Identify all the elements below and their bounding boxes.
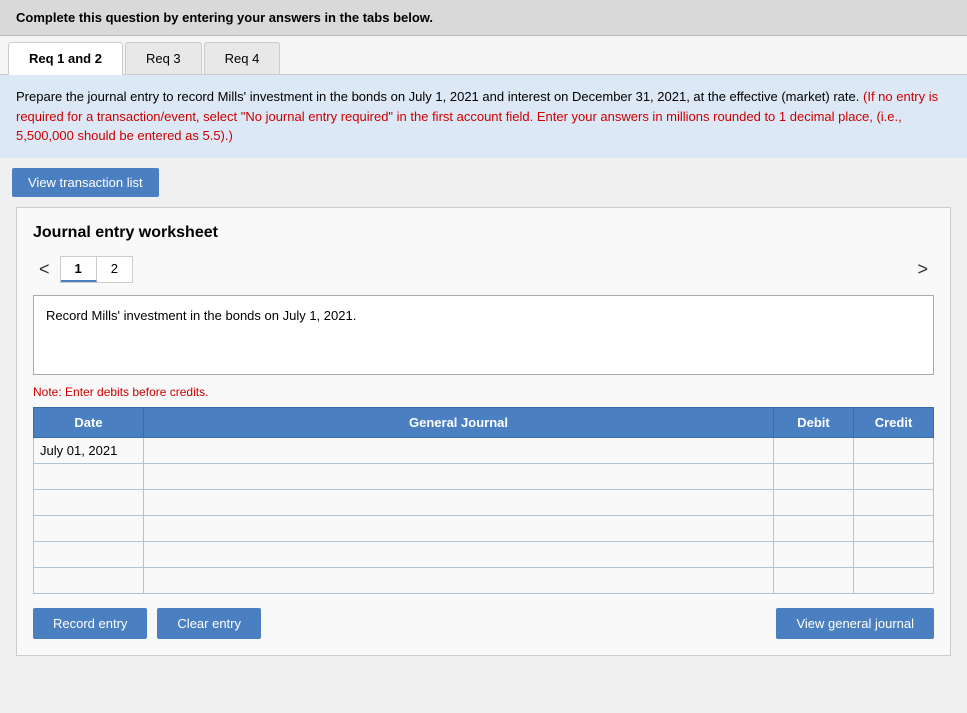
debit-input-5[interactable] bbox=[774, 542, 853, 567]
date-cell-4 bbox=[34, 515, 144, 541]
gj-input-5[interactable] bbox=[144, 542, 773, 567]
credit-cell-3[interactable] bbox=[854, 489, 934, 515]
view-transaction-button[interactable]: View transaction list bbox=[12, 168, 159, 197]
col-general-journal: General Journal bbox=[144, 407, 774, 437]
next-arrow[interactable]: > bbox=[911, 257, 934, 282]
date-cell-3 bbox=[34, 489, 144, 515]
debit-input-1[interactable] bbox=[774, 438, 853, 463]
nav-row: < 1 2 > bbox=[33, 256, 934, 283]
gj-cell-4[interactable] bbox=[144, 515, 774, 541]
clear-entry-button[interactable]: Clear entry bbox=[157, 608, 261, 639]
credit-input-1[interactable] bbox=[854, 438, 933, 463]
credit-input-3[interactable] bbox=[854, 490, 933, 515]
table-row bbox=[34, 463, 934, 489]
prev-arrow[interactable]: < bbox=[33, 257, 56, 282]
tab-req3[interactable]: Req 3 bbox=[125, 42, 202, 74]
credit-input-2[interactable] bbox=[854, 464, 933, 489]
credit-cell-2[interactable] bbox=[854, 463, 934, 489]
description-box: Record Mills' investment in the bonds on… bbox=[33, 295, 934, 375]
worksheet-box: Journal entry worksheet < 1 2 > Record M… bbox=[16, 207, 951, 656]
debit-input-4[interactable] bbox=[774, 516, 853, 541]
gj-cell-2[interactable] bbox=[144, 463, 774, 489]
debit-input-2[interactable] bbox=[774, 464, 853, 489]
worksheet-container: Journal entry worksheet < 1 2 > Record M… bbox=[0, 207, 967, 668]
record-entry-button[interactable]: Record entry bbox=[33, 608, 147, 639]
debit-input-6[interactable] bbox=[774, 568, 853, 593]
date-cell-5 bbox=[34, 541, 144, 567]
col-date: Date bbox=[34, 407, 144, 437]
page-tab-1[interactable]: 1 bbox=[61, 257, 97, 282]
table-row bbox=[34, 489, 934, 515]
table-row: July 01, 2021 bbox=[34, 437, 934, 463]
btn-row: Record entry Clear entry View general jo… bbox=[33, 608, 934, 639]
gj-cell-6[interactable] bbox=[144, 567, 774, 593]
credit-cell-1[interactable] bbox=[854, 437, 934, 463]
page-tabs: 1 2 bbox=[60, 256, 133, 283]
date-cell-6 bbox=[34, 567, 144, 593]
gj-cell-5[interactable] bbox=[144, 541, 774, 567]
top-banner: Complete this question by entering your … bbox=[0, 0, 967, 36]
table-row bbox=[34, 541, 934, 567]
credit-input-6[interactable] bbox=[854, 568, 933, 593]
credit-cell-6[interactable] bbox=[854, 567, 934, 593]
tab-req4[interactable]: Req 4 bbox=[204, 42, 281, 74]
note-text: Note: Enter debits before credits. bbox=[33, 385, 934, 399]
credit-cell-5[interactable] bbox=[854, 541, 934, 567]
debit-cell-1[interactable] bbox=[774, 437, 854, 463]
debit-cell-2[interactable] bbox=[774, 463, 854, 489]
gj-input-4[interactable] bbox=[144, 516, 773, 541]
col-credit: Credit bbox=[854, 407, 934, 437]
gj-input-6[interactable] bbox=[144, 568, 773, 593]
journal-table: Date General Journal Debit Credit bbox=[33, 407, 934, 594]
credit-input-4[interactable] bbox=[854, 516, 933, 541]
debit-cell-4[interactable] bbox=[774, 515, 854, 541]
table-row bbox=[34, 567, 934, 593]
col-debit: Debit bbox=[774, 407, 854, 437]
debit-cell-5[interactable] bbox=[774, 541, 854, 567]
date-cell-1: July 01, 2021 bbox=[34, 437, 144, 463]
credit-input-5[interactable] bbox=[854, 542, 933, 567]
debit-cell-6[interactable] bbox=[774, 567, 854, 593]
date-cell-2 bbox=[34, 463, 144, 489]
view-general-journal-button[interactable]: View general journal bbox=[776, 608, 934, 639]
gj-cell-1[interactable] bbox=[144, 437, 774, 463]
gj-cell-3[interactable] bbox=[144, 489, 774, 515]
tab-req1and2[interactable]: Req 1 and 2 bbox=[8, 42, 123, 75]
table-row bbox=[34, 515, 934, 541]
gj-input-1[interactable] bbox=[144, 438, 773, 463]
gj-input-2[interactable] bbox=[144, 464, 773, 489]
debit-cell-3[interactable] bbox=[774, 489, 854, 515]
gj-input-3[interactable] bbox=[144, 490, 773, 515]
page-tab-2[interactable]: 2 bbox=[97, 257, 132, 282]
credit-cell-4[interactable] bbox=[854, 515, 934, 541]
debit-input-3[interactable] bbox=[774, 490, 853, 515]
view-transaction-area: View transaction list bbox=[0, 158, 967, 207]
worksheet-title: Journal entry worksheet bbox=[33, 224, 934, 242]
tabs-bar: Req 1 and 2 Req 3 Req 4 bbox=[0, 36, 967, 75]
instruction-box: Prepare the journal entry to record Mill… bbox=[0, 75, 967, 158]
